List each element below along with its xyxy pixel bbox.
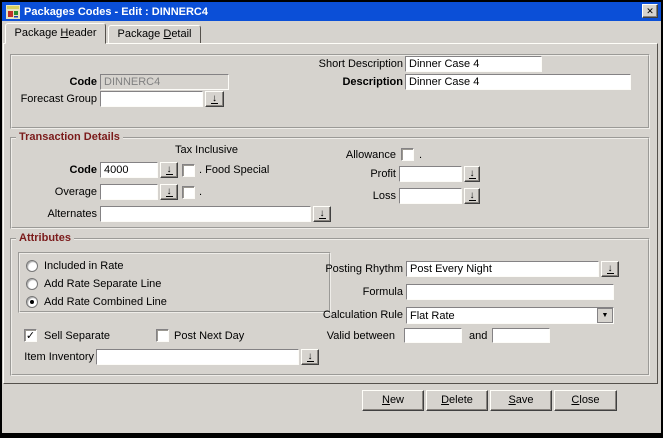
forecast-group-lov-button[interactable]: ↓: [205, 91, 224, 107]
delete-button[interactable]: Delete: [426, 390, 488, 411]
item-inventory-label: Item Inventory: [24, 350, 94, 365]
title-bar[interactable]: Packages Codes - Edit : DINNERC4 ✕: [2, 2, 661, 21]
transaction-details-title: Transaction Details: [16, 131, 123, 144]
transaction-code-label: Code: [70, 163, 98, 178]
loss-field[interactable]: [399, 188, 462, 204]
button-label-mnemonic: S: [508, 394, 515, 406]
button-label-part: lose: [579, 394, 599, 406]
radio-included-in-rate-label: Included in Rate: [44, 259, 124, 274]
allowance-label: Allowance: [346, 148, 396, 163]
lov-arrow-icon: ↓: [211, 94, 218, 104]
packages-codes-window: Packages Codes - Edit : DINNERC4 ✕ Packa…: [0, 0, 663, 438]
valid-between-label: Valid between: [327, 329, 395, 344]
button-label-part: elete: [449, 394, 473, 406]
overage-lov-button[interactable]: ↓: [160, 184, 178, 200]
lov-arrow-icon: ↓: [166, 165, 173, 175]
alternates-field[interactable]: [100, 206, 311, 222]
tab-label-part: Package: [15, 27, 61, 39]
lov-arrow-icon: ↓: [607, 264, 614, 274]
code-label: Code: [70, 75, 98, 90]
tax-inclusive-label: Tax Inclusive: [175, 143, 238, 158]
lov-arrow-icon: ↓: [319, 209, 326, 219]
post-next-day-label: Post Next Day: [174, 329, 244, 344]
radio-selected-dot: [30, 300, 34, 304]
allowance-suffix-label: .: [419, 148, 422, 163]
valid-from-field[interactable]: [404, 328, 462, 343]
posting-rhythm-label: Posting Rhythm: [325, 262, 403, 277]
button-label-mnemonic: N: [382, 394, 390, 406]
lov-arrow-icon: ↓: [307, 352, 314, 362]
valid-to-field[interactable]: [492, 328, 550, 343]
post-next-day-checkbox[interactable]: [156, 329, 169, 342]
food-special-checkbox[interactable]: [182, 164, 195, 177]
posting-rhythm-field[interactable]: [406, 261, 599, 277]
new-button[interactable]: New: [362, 390, 424, 411]
transaction-code-field[interactable]: [100, 162, 158, 178]
transaction-code-lov-button[interactable]: ↓: [160, 162, 178, 178]
save-button[interactable]: Save: [490, 390, 552, 411]
combo-arrow-icon: ▼: [602, 312, 609, 319]
close-button[interactable]: Close: [554, 390, 617, 411]
formula-field[interactable]: [406, 284, 614, 300]
calculation-rule-dropdown-button[interactable]: ▼: [597, 308, 613, 323]
tab-package-detail[interactable]: Package Detail: [108, 25, 201, 44]
close-icon[interactable]: ✕: [642, 4, 658, 18]
item-inventory-lov-button[interactable]: ↓: [301, 349, 319, 365]
button-label-mnemonic: D: [441, 394, 449, 406]
alternates-label: Alternates: [47, 207, 97, 222]
radio-add-rate-combined-line[interactable]: [26, 296, 38, 308]
loss-label: Loss: [373, 189, 396, 204]
tab-package-header[interactable]: Package Header: [5, 23, 106, 44]
radio-add-rate-combined-line-label: Add Rate Combined Line: [44, 295, 167, 310]
attributes-title: Attributes: [16, 232, 74, 245]
formula-label: Formula: [363, 285, 403, 300]
short-description-label: Short Description: [319, 57, 403, 72]
forecast-group-label: Forecast Group: [21, 92, 97, 107]
sell-separate-label: Sell Separate: [44, 329, 110, 344]
window-title: Packages Codes - Edit : DINNERC4: [24, 6, 208, 18]
lov-arrow-icon: ↓: [469, 169, 476, 179]
short-description-field[interactable]: [405, 56, 542, 72]
button-label-part: ave: [516, 394, 534, 406]
and-label: and: [469, 329, 487, 344]
tab-label-part: etail: [171, 28, 191, 40]
profit-label: Profit: [370, 167, 396, 182]
tab-label-part: eader: [68, 27, 96, 39]
dialog-frame: Packages Codes - Edit : DINNERC4 ✕ Packa…: [2, 2, 661, 433]
sell-separate-checkbox[interactable]: ✓: [24, 329, 37, 342]
lov-arrow-icon: ↓: [469, 191, 476, 201]
description-label: Description: [342, 75, 403, 90]
calculation-rule-combobox[interactable]: [406, 307, 614, 324]
button-label-part: ew: [390, 394, 404, 406]
radio-included-in-rate[interactable]: [26, 260, 38, 272]
code-field: [100, 74, 229, 90]
radio-add-rate-separate-line[interactable]: [26, 278, 38, 290]
lov-arrow-icon: ↓: [166, 187, 173, 197]
profit-field[interactable]: [399, 166, 462, 182]
profit-lov-button[interactable]: ↓: [464, 166, 480, 182]
allowance-checkbox[interactable]: [401, 148, 414, 161]
overage-field[interactable]: [100, 184, 158, 200]
item-inventory-field[interactable]: [96, 349, 299, 365]
forecast-group-field[interactable]: [100, 91, 203, 107]
overage-checkbox[interactable]: [182, 186, 195, 199]
app-icon[interactable]: [6, 5, 20, 19]
radio-add-rate-separate-line-label: Add Rate Separate Line: [44, 277, 161, 292]
calculation-rule-label: Calculation Rule: [323, 308, 403, 323]
alternates-lov-button[interactable]: ↓: [313, 206, 331, 222]
overage-label: Overage: [55, 185, 97, 200]
food-special-label: . Food Special: [199, 163, 269, 178]
description-field[interactable]: [405, 74, 631, 90]
overage-suffix-label: .: [199, 185, 202, 200]
posting-rhythm-lov-button[interactable]: ↓: [601, 261, 619, 277]
tab-label-part: Package: [117, 28, 163, 40]
loss-lov-button[interactable]: ↓: [464, 188, 480, 204]
